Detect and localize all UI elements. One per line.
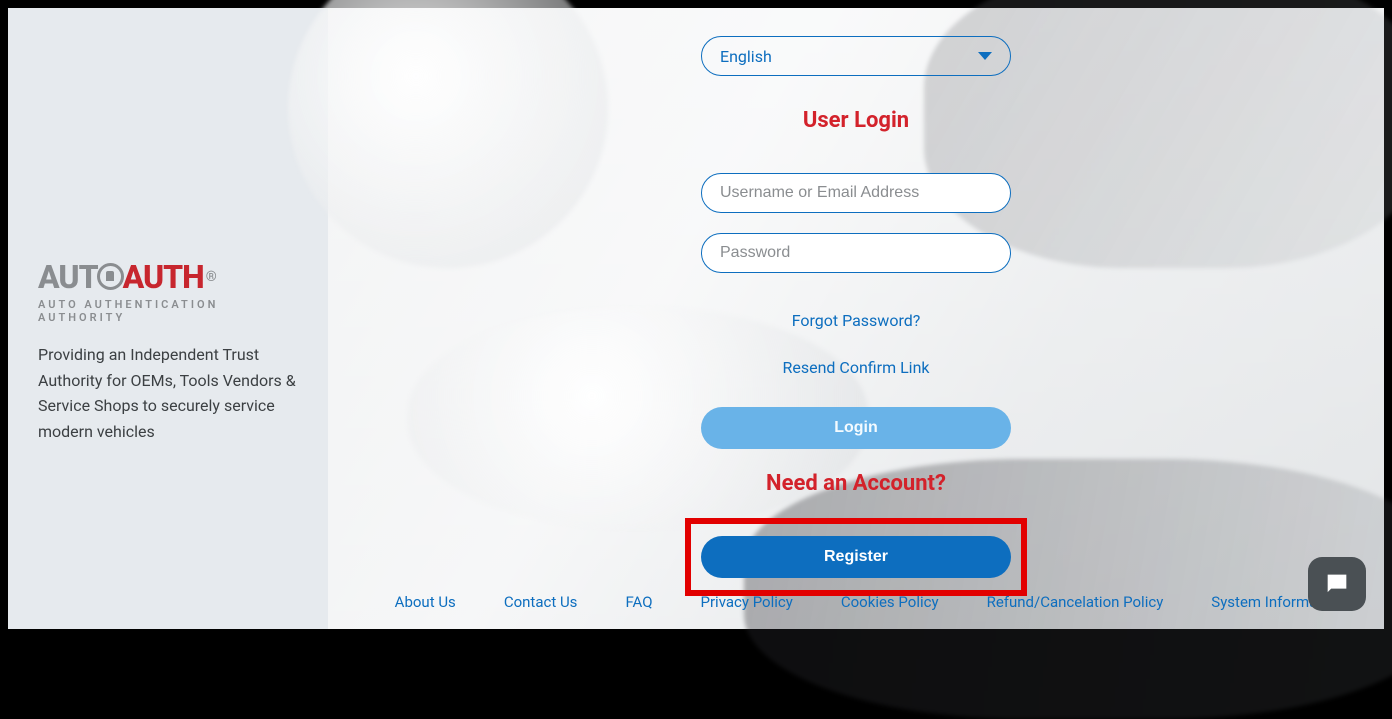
footer-link-faq[interactable]: FAQ [625,593,652,611]
sidebar: AUT AUTH ® AUTO AUTHENTICATION AUTHORITY… [8,8,328,629]
login-button[interactable]: Login [701,407,1011,449]
chat-widget-button[interactable] [1308,557,1366,611]
brand-wordmark: AUT AUTH ® [38,258,298,296]
footer-link-contact[interactable]: Contact Us [504,593,578,611]
forgot-password-link[interactable]: Forgot Password? [792,311,921,330]
brand-tagline: Providing an Independent Trust Authority… [38,342,298,444]
login-form-container: English User Login Forgot Password? Rese… [328,36,1384,596]
brand-part-auth: AUTH [123,258,204,296]
main-panel: English User Login Forgot Password? Rese… [328,8,1384,629]
footer-link-privacy[interactable]: Privacy Policy [701,593,793,611]
register-heading: Need an Account? [766,471,946,496]
chevron-down-icon [978,52,992,60]
brand-part-auto: AUT [38,258,98,296]
register-button[interactable]: Register [701,536,1011,578]
footer-link-cookies[interactable]: Cookies Policy [841,593,939,611]
username-input[interactable] [701,173,1011,213]
footer-link-about[interactable]: About Us [395,593,456,611]
language-selected-label: English [720,47,772,66]
brand-logo: AUT AUTH ® AUTO AUTHENTICATION AUTHORITY [38,258,298,324]
footer-nav: About Us Contact Us FAQ Privacy Policy C… [328,593,1384,611]
resend-confirm-link[interactable]: Resend Confirm Link [782,358,929,377]
brand-subtitle: AUTO AUTHENTICATION AUTHORITY [38,298,298,324]
login-heading: User Login [803,108,909,133]
registered-mark: ® [206,269,216,285]
app-frame: AUT AUTH ® AUTO AUTHENTICATION AUTHORITY… [8,8,1384,629]
register-highlight-box: Register [685,518,1027,596]
chat-icon [1323,570,1351,598]
password-input[interactable] [701,233,1011,273]
footer-link-refund[interactable]: Refund/Cancelation Policy [987,593,1164,611]
footer-link-system-info[interactable]: System Informa [1211,593,1317,611]
language-select[interactable]: English [701,36,1011,76]
key-circle-icon [97,263,124,290]
